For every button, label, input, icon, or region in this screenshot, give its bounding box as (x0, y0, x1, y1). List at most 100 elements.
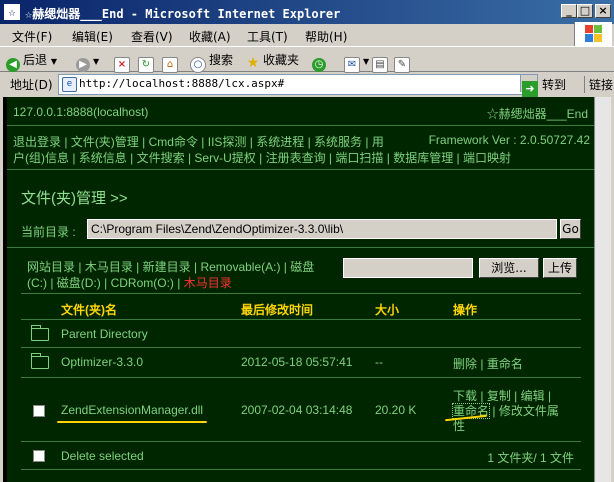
windows-logo-icon (574, 22, 612, 46)
home-button[interactable]: ⌂ (162, 51, 181, 73)
history-button[interactable]: ◷ (312, 51, 329, 72)
divider (7, 247, 594, 248)
nav-file-manager[interactable]: 文件(夹)管理 (71, 135, 139, 149)
link-new-dir[interactable]: 新建目录 (143, 260, 191, 274)
host-label: 127.0.0.1:8888(localhost) (13, 105, 149, 119)
brand-label: ☆赫缌炪器___End (486, 107, 588, 121)
folder-name-link[interactable]: Optimizer-3.3.0 (61, 355, 143, 369)
nav-file-search[interactable]: 文件搜索 (137, 151, 185, 165)
go-dir-button[interactable]: Go (560, 219, 581, 239)
nav-sysinfo[interactable]: 系统信息 (79, 151, 127, 165)
nav-row-2: 户(组)信息 | 系统信息 | 文件搜索 | Serv-U提权 | 注册表查询 … (13, 151, 512, 165)
minimize-button[interactable]: _ (561, 4, 577, 18)
nav-row-1: 退出登录 | 文件(夹)管理 | Cmd命令 | IIS探测 | 系统进程 | … (13, 135, 384, 149)
link-disk[interactable]: 磁盘 (290, 260, 314, 274)
nav-port-map[interactable]: 端口映射 (463, 151, 511, 165)
file-size: 20.20 K (375, 403, 417, 417)
address-input[interactable]: e http://localhost:8888/lcx.aspx# ▼ (58, 74, 538, 95)
rename-link[interactable]: 重命名 (487, 357, 523, 371)
print-button[interactable]: ▤ (372, 51, 391, 73)
mail-icon: ✉ (344, 57, 360, 73)
mail-button[interactable]: ✉ ▼ (344, 51, 369, 73)
edit-link[interactable]: 编辑 (521, 389, 545, 403)
change-attributes-link[interactable]: 修改文件属 (499, 404, 559, 418)
nav-process[interactable]: 系统进程 (256, 135, 304, 149)
edit-page-button[interactable]: ✎ (394, 51, 413, 73)
link-drive-o[interactable]: CDRom(O:) (111, 276, 174, 290)
print-icon: ▤ (372, 57, 388, 73)
address-url: http://localhost:8888/lcx.aspx# (79, 77, 285, 90)
menu-help[interactable]: 帮助(H) (305, 28, 347, 45)
vertical-scrollbar[interactable] (594, 97, 611, 482)
close-button[interactable]: × (595, 4, 611, 18)
current-dir-input[interactable]: C:\Program Files\Zend\ZendOptimizer-3.3.… (87, 219, 557, 239)
upload-file-input[interactable] (343, 258, 473, 278)
copy-link[interactable]: 复制 (487, 389, 511, 403)
divider (21, 347, 581, 348)
forward-button[interactable]: ▶ ▼ (76, 51, 99, 72)
folder-icon (31, 353, 49, 369)
column-header-size: 大小 (375, 303, 400, 317)
menu-tools[interactable]: 工具(T) (247, 28, 288, 45)
maximize-button[interactable]: □ (577, 4, 593, 18)
favorites-button[interactable]: ★ 收藏夹 (246, 51, 299, 70)
back-button[interactable]: ◀ 后退 ▼ (6, 51, 57, 72)
stop-button[interactable]: × (114, 51, 133, 73)
go-arrow-icon: ➜ (522, 81, 538, 97)
row-actions: 删除 | 重命名 (453, 357, 523, 371)
folder-icon (31, 325, 49, 341)
links-button[interactable]: 链接 (584, 76, 613, 93)
modified-time: 2007-02-04 03:14:48 (241, 403, 353, 417)
menu-edit[interactable]: 编辑(E) (72, 28, 113, 45)
upload-button[interactable]: 上传 (543, 258, 577, 278)
link-trojan-dir-current[interactable]: 木马目录 (184, 276, 232, 290)
divider (21, 377, 581, 378)
nav-iis[interactable]: IIS探测 (208, 135, 247, 149)
edit-icon: ✎ (394, 57, 410, 73)
link-drive-a[interactable]: Removable(A:) (200, 260, 280, 274)
address-bar: 地址(D) e http://localhost:8888/lcx.aspx# … (0, 72, 614, 97)
nav-db-manager[interactable]: 数据库管理 (393, 151, 453, 165)
back-arrow-icon: ◀ (6, 58, 20, 72)
history-icon: ◷ (312, 58, 326, 72)
select-all-checkbox[interactable] (33, 450, 45, 462)
delete-link[interactable]: 删除 (453, 357, 477, 371)
menu-view[interactable]: 查看(V) (131, 28, 173, 45)
ie-page-icon: ☆ (4, 4, 20, 20)
file-name-link[interactable]: ZendExtensionManager.dll (61, 403, 203, 417)
search-icon: ○ (190, 57, 206, 73)
delete-selected-link[interactable]: Delete selected (61, 449, 144, 463)
nav-user-partial[interactable]: 用 (372, 135, 384, 149)
browse-button[interactable]: 浏览... (479, 258, 539, 278)
nav-registry[interactable]: 注册表查询 (266, 151, 326, 165)
nav-user-group[interactable]: 户(组)信息 (13, 151, 69, 165)
link-drive-c[interactable]: (C:) (27, 276, 47, 290)
stop-icon: × (114, 57, 130, 73)
divider (21, 319, 581, 320)
nav-port-scan[interactable]: 端口扫描 (335, 151, 383, 165)
parent-dir-link[interactable]: Parent Directory (61, 327, 148, 341)
forward-arrow-icon: ▶ (76, 58, 90, 72)
menu-file[interactable]: 文件(F) (12, 28, 52, 45)
link-site-dir[interactable]: 网站目录 (27, 260, 75, 274)
go-button[interactable]: ➜ 转到 (522, 76, 566, 97)
nav-logout[interactable]: 退出登录 (13, 135, 61, 149)
address-label: 地址(D) (10, 78, 53, 92)
divider (7, 169, 594, 170)
nav-services[interactable]: 系统服务 (314, 135, 362, 149)
table-row: ZendExtensionManager.dll 2007-02-04 03:1… (21, 379, 581, 439)
nav-cmd[interactable]: Cmd命令 (149, 135, 198, 149)
download-link[interactable]: 下载 (453, 389, 477, 403)
search-label: 搜索 (209, 53, 234, 67)
menu-bar: 文件(F) 编辑(E) 查看(V) 收藏(A) 工具(T) 帮助(H) (0, 24, 614, 46)
refresh-button[interactable]: ↻ (138, 51, 157, 73)
link-trojan-dir[interactable]: 木马目录 (85, 260, 133, 274)
search-button[interactable]: ○ 搜索 (190, 51, 234, 73)
window-title: ☆赫缌炪器___End - Microsoft Internet Explore… (25, 7, 341, 21)
row-checkbox[interactable] (33, 405, 45, 417)
divider (7, 125, 594, 126)
title-bar: ☆ ☆赫缌炪器___End - Microsoft Internet Explo… (0, 0, 614, 24)
menu-favorites[interactable]: 收藏(A) (189, 28, 231, 45)
link-drive-d[interactable]: 磁盘(D:) (57, 276, 101, 290)
nav-servu[interactable]: Serv-U提权 (194, 151, 255, 165)
